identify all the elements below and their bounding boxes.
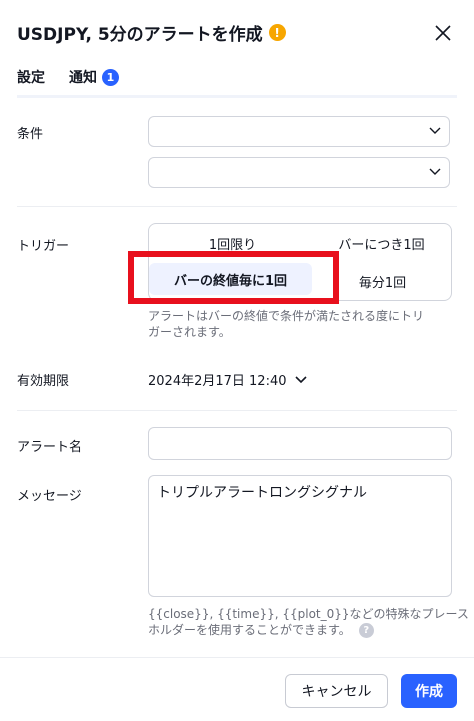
trigger-once-per-minute-option[interactable]: 毎分1回 — [330, 272, 435, 291]
warning-icon[interactable]: ! — [268, 24, 286, 41]
placeholder-hint-line: {{close}}, {{time}}, {{plot_0}}などの特殊なプレー… — [148, 607, 469, 621]
trigger-once-per-bar-option[interactable]: バーにつき1回 — [318, 234, 445, 253]
expiry-value: 2024年2月17日 12:40 — [148, 374, 287, 389]
alert-name-label: アラート名 — [17, 440, 83, 455]
close-icon — [435, 25, 451, 41]
dialog-title-text: USDJPY, 5分のアラートを作成 — [17, 25, 263, 45]
expiry-label: 有効期限 — [17, 374, 70, 389]
create-button[interactable]: 作成 — [401, 674, 457, 708]
tab-settings[interactable]: 設定 — [17, 67, 45, 98]
close-button[interactable] — [430, 20, 456, 46]
tab-bar: 設定 通知 1 — [17, 67, 119, 98]
notification-count-badge: 1 — [102, 68, 119, 86]
condition-select-2[interactable] — [148, 157, 450, 188]
alert-name-input[interactable] — [148, 427, 452, 460]
trigger-once-per-bar-close-option[interactable]: バーの終値毎に1回 — [149, 263, 312, 295]
condition-select-1[interactable] — [148, 116, 450, 147]
footer-divider — [0, 657, 474, 658]
dialog-title: USDJPY, 5分のアラートを作成 ! — [17, 20, 286, 45]
tab-settings-label: 設定 — [17, 70, 45, 86]
expiry-selector[interactable]: 2024年2月17日 12:40 — [148, 370, 307, 389]
message-textarea[interactable]: トリプルアラートロングシグナル — [148, 475, 452, 597]
trigger-label: トリガー — [17, 239, 70, 254]
chevron-down-icon — [429, 127, 441, 134]
cancel-button[interactable]: キャンセル — [285, 674, 388, 708]
section-divider — [17, 206, 457, 207]
tabs-underline — [17, 95, 457, 98]
chevron-down-icon — [294, 375, 307, 383]
placeholder-hint: {{close}}, {{time}}, {{plot_0}}などの特殊なプレー… — [148, 606, 469, 638]
help-icon[interactable]: ? — [358, 623, 374, 638]
placeholder-hint-line: ホルダーを使用することができます。? — [148, 622, 469, 638]
tab-notifications[interactable]: 通知 1 — [69, 67, 119, 97]
tab-notifications-label: 通知 — [69, 70, 97, 86]
chevron-down-icon — [429, 168, 441, 175]
trigger-hint-line: アラートはバーの終値で条件が満たされる度にトリ — [148, 309, 425, 323]
message-label: メッセージ — [17, 489, 82, 504]
trigger-once-option[interactable]: 1回限り — [160, 234, 305, 253]
section-divider — [17, 410, 457, 411]
condition-label: 条件 — [17, 127, 44, 142]
trigger-hint: アラートはバーの終値で条件が満たされる度にトリ ガーされます。 — [148, 308, 424, 340]
trigger-hint-line: ガーされます。 — [148, 325, 231, 339]
